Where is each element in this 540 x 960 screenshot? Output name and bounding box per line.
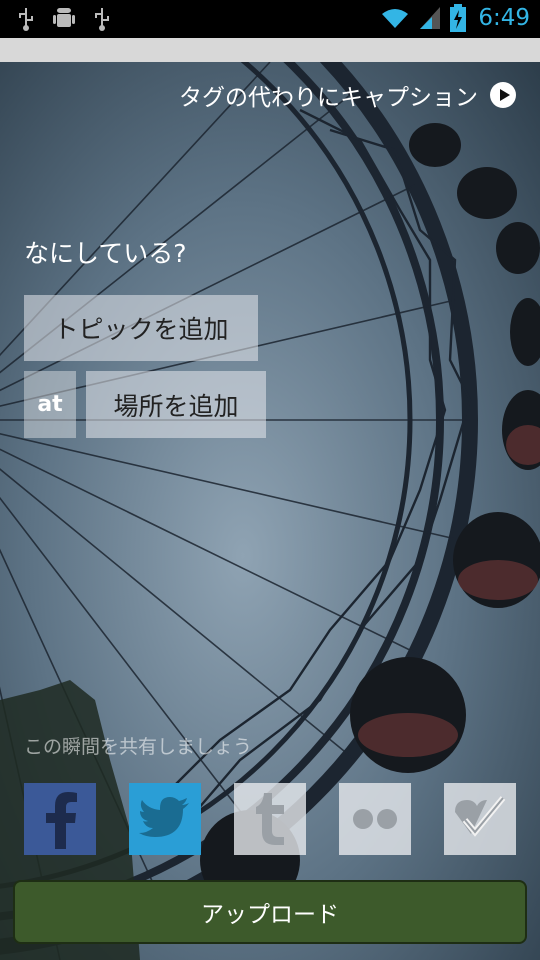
- add-topic-button[interactable]: トピックを追加: [24, 295, 258, 361]
- android-debug-icon: [53, 8, 75, 27]
- play-circle-icon: [490, 82, 516, 108]
- wifi-icon: [382, 9, 409, 28]
- upload-button[interactable]: アップロード: [13, 880, 527, 944]
- share-tumblr-button[interactable]: [234, 783, 306, 855]
- foursquare-icon: [455, 796, 506, 837]
- signal-icon: [420, 7, 441, 29]
- header-gap: [0, 38, 540, 62]
- caption-toggle-label: タグの代わりにキャプション: [179, 85, 478, 111]
- usb-icon: [95, 8, 109, 31]
- share-services: [24, 783, 516, 855]
- clock: 6:49: [478, 5, 530, 31]
- tumblr-icon: [256, 793, 284, 845]
- caption-toggle[interactable]: タグの代わりにキャプション: [179, 78, 516, 112]
- at-label: at: [24, 371, 76, 438]
- status-question: なにしている?: [24, 239, 187, 268]
- share-twitter-button[interactable]: [129, 783, 201, 855]
- add-place-button[interactable]: 場所を追加: [86, 371, 266, 438]
- share-flickr-button[interactable]: [339, 783, 411, 855]
- status-bar: 6:49: [0, 0, 540, 38]
- usb-icon: [19, 8, 33, 31]
- battery-charging-icon: [450, 4, 467, 32]
- share-label: この瞬間を共有しましょう: [24, 736, 253, 758]
- twitter-icon: [139, 797, 189, 837]
- share-facebook-button[interactable]: [24, 783, 96, 855]
- share-foursquare-button[interactable]: [444, 783, 516, 855]
- facebook-icon: [46, 792, 77, 849]
- flickr-icon: [353, 809, 397, 829]
